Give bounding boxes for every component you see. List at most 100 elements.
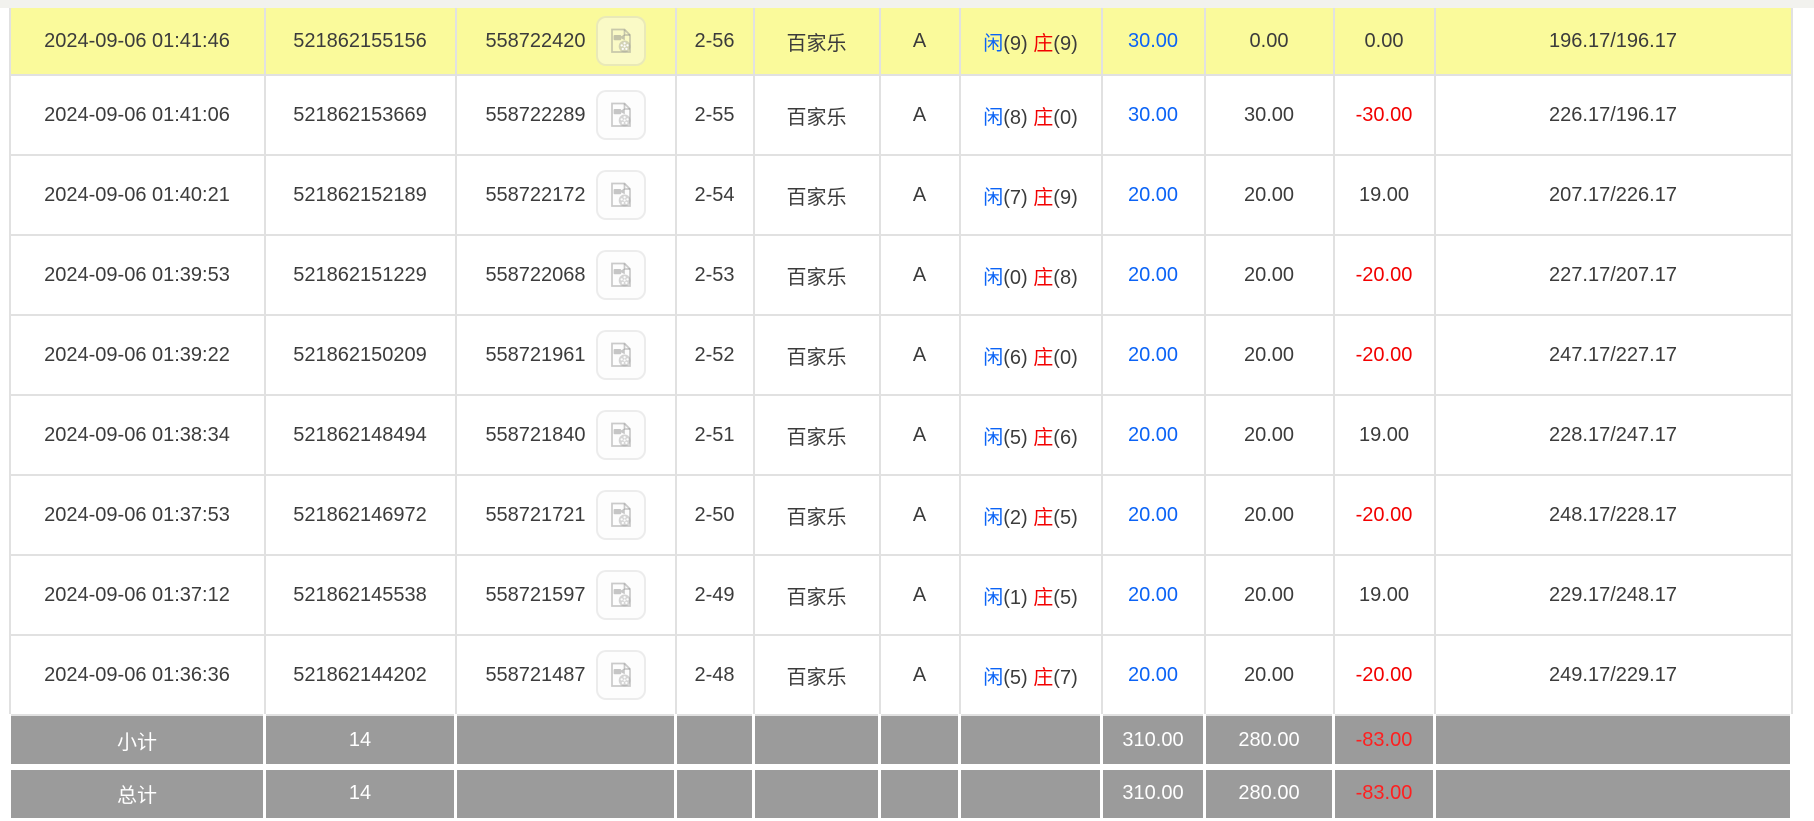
player-label: 闲 (983, 586, 1004, 609)
table-row[interactable]: 2024-09-06 01:41:06 521862153669 558722289… (8, 74, 1793, 156)
player-score: (1) (1003, 586, 1028, 609)
player-label: 闲 (983, 106, 1004, 129)
game-round-id: 558721721 (485, 503, 586, 526)
banker-label: 庄 (1033, 32, 1054, 55)
bet-time: 2024-09-06 01:39:22 (8, 314, 266, 396)
table-round: 2-55 (674, 74, 755, 156)
bet-records-table: 2024-09-06 01:41:46 521862155156 558722420… (8, 8, 1793, 821)
table-row[interactable]: 2024-09-06 01:38:34 521862148494 558721840… (8, 394, 1793, 476)
game-round-id-cell: 558721840 (454, 394, 677, 476)
balance: 228.17/247.17 (1433, 394, 1793, 476)
bet-amount: 20.00 (1100, 154, 1206, 236)
game-result: 闲(9) 庄(9) (958, 8, 1103, 76)
summary-count: 14 (263, 714, 457, 769)
player-score: (5) (1003, 426, 1028, 449)
banker-label: 庄 (1033, 586, 1054, 609)
bet-amount: 20.00 (1100, 554, 1206, 636)
banker-label: 庄 (1033, 426, 1054, 449)
player-label: 闲 (983, 346, 1004, 369)
video-replay-button[interactable] (595, 410, 646, 460)
table-code: A (878, 634, 961, 716)
summary-empty-cell (878, 714, 961, 769)
summary-label: 小计 (8, 714, 266, 769)
banker-label: 庄 (1033, 186, 1054, 209)
bet-amount: 30.00 (1100, 8, 1206, 76)
game-id-wrap: 558721961 (485, 330, 646, 380)
order-id: 521862151229 (263, 234, 457, 316)
summary-empty-cell (958, 714, 1103, 769)
video-replay-button[interactable] (595, 490, 646, 540)
bet-time: 2024-09-06 01:37:53 (8, 474, 266, 556)
valid-amount: 20.00 (1203, 634, 1335, 716)
game-id-wrap: 558722068 (485, 250, 646, 300)
table-row[interactable]: 2024-09-06 01:40:21 521862152189 558722172… (8, 154, 1793, 236)
video-replay-button[interactable] (595, 170, 646, 220)
bet-time: 2024-09-06 01:39:53 (8, 234, 266, 316)
summary-empty-cell (674, 764, 755, 821)
video-replay-button[interactable] (595, 570, 646, 620)
game-round-id-cell: 558721597 (454, 554, 677, 636)
game-name: 百家乐 (752, 314, 881, 396)
summary-win-loss-total: -83.00 (1332, 764, 1436, 821)
table-round: 2-48 (674, 634, 755, 716)
win-loss: -20.00 (1332, 474, 1436, 556)
bet-time: 2024-09-06 01:38:34 (8, 394, 266, 476)
game-round-id-cell: 558722289 (454, 74, 677, 156)
table-round: 2-50 (674, 474, 755, 556)
balance: 229.17/248.17 (1433, 554, 1793, 636)
player-score: (8) (1003, 106, 1028, 129)
game-id-wrap: 558721840 (485, 410, 646, 460)
player-label: 闲 (983, 426, 1004, 449)
win-loss: -20.00 (1332, 314, 1436, 396)
game-id-wrap: 558722420 (485, 16, 646, 66)
table-code: A (878, 554, 961, 636)
video-replay-button[interactable] (595, 16, 646, 66)
video-replay-button[interactable] (595, 250, 646, 300)
table-code: A (878, 474, 961, 556)
balance: 196.17/196.17 (1433, 8, 1793, 76)
table-row[interactable]: 2024-09-06 01:41:46 521862155156 558722420… (8, 8, 1793, 76)
summary-empty-cell (1433, 764, 1793, 821)
bet-time: 2024-09-06 01:41:06 (8, 74, 266, 156)
table-round: 2-52 (674, 314, 755, 396)
summary-label: 总计 (8, 764, 266, 821)
game-result: 闲(6) 庄(0) (958, 314, 1103, 396)
table-row[interactable]: 2024-09-06 01:36:36 521862144202 558721487… (8, 634, 1793, 716)
balance: 249.17/229.17 (1433, 634, 1793, 716)
balance: 207.17/226.17 (1433, 154, 1793, 236)
table-row[interactable]: 2024-09-06 01:37:12 521862145538 558721597… (8, 554, 1793, 636)
summary-valid-total: 280.00 (1203, 764, 1335, 821)
summary-bet-total: 310.00 (1100, 714, 1206, 769)
game-round-id-cell: 558721721 (454, 474, 677, 556)
player-score: (7) (1003, 186, 1028, 209)
game-name: 百家乐 (752, 394, 881, 476)
page: 2024-09-06 01:41:46 521862155156 558722420… (0, 0, 1814, 821)
order-id: 521862144202 (263, 634, 457, 716)
video-file-icon (606, 580, 636, 610)
banker-label: 庄 (1033, 266, 1054, 289)
game-id-wrap: 558721487 (485, 650, 646, 700)
subtotal-row: 小计 14 310.00 280.00 -83.00 (8, 714, 1793, 769)
video-replay-button[interactable] (595, 90, 646, 140)
valid-amount: 20.00 (1203, 394, 1335, 476)
video-file-icon (606, 500, 636, 530)
table-row[interactable]: 2024-09-06 01:37:53 521862146972 558721721… (8, 474, 1793, 556)
summary-empty-cell (1433, 714, 1793, 769)
table-row[interactable]: 2024-09-06 01:39:53 521862151229 558722068… (8, 234, 1793, 316)
table-row[interactable]: 2024-09-06 01:39:22 521862150209 558721961… (8, 314, 1793, 396)
banker-score: (7) (1053, 666, 1078, 689)
banker-label: 庄 (1033, 106, 1054, 129)
game-result: 闲(8) 庄(0) (958, 74, 1103, 156)
valid-amount: 0.00 (1203, 8, 1335, 76)
balance: 227.17/207.17 (1433, 234, 1793, 316)
order-id: 521862150209 (263, 314, 457, 396)
game-round-id-cell: 558721487 (454, 634, 677, 716)
bet-time: 2024-09-06 01:36:36 (8, 634, 266, 716)
game-id-wrap: 558721721 (485, 490, 646, 540)
summary-valid-total: 280.00 (1203, 714, 1335, 769)
video-replay-button[interactable] (595, 330, 646, 380)
balance: 247.17/227.17 (1433, 314, 1793, 396)
video-replay-button[interactable] (595, 650, 646, 700)
video-file-icon (606, 340, 636, 370)
player-label: 闲 (983, 32, 1004, 55)
